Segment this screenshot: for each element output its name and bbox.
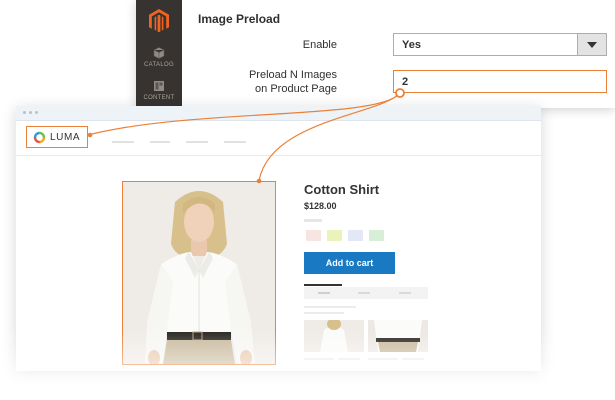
connector-dot-icon — [87, 132, 93, 138]
connector-node-icon — [395, 88, 405, 98]
preload-connector-lines — [87, 88, 405, 184]
connector-dot-icon — [256, 178, 262, 184]
